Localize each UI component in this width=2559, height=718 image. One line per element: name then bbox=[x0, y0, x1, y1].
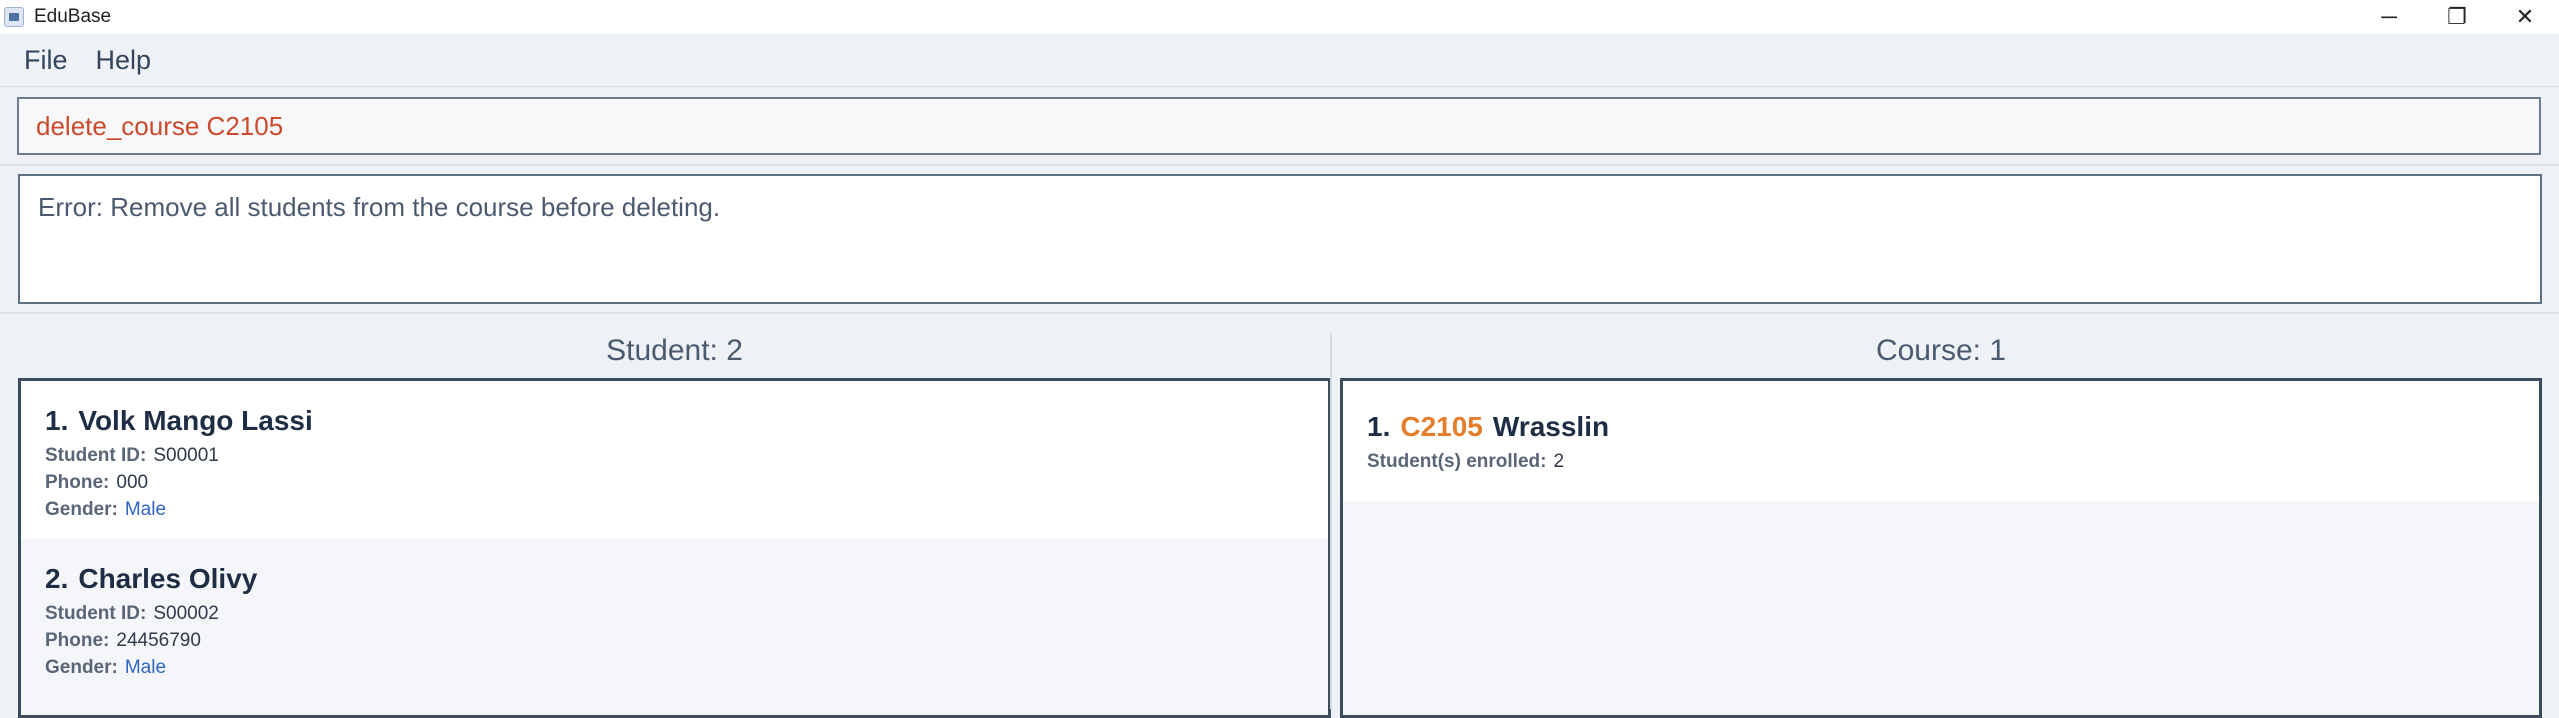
close-icon: ✕ bbox=[2515, 4, 2535, 29]
maximize-button[interactable]: ❐ bbox=[2423, 0, 2491, 34]
student-index: 2. bbox=[45, 563, 69, 594]
menu-file[interactable]: File bbox=[24, 45, 68, 76]
student-id-label: Student ID: bbox=[45, 445, 147, 466]
student-phone-row: Phone: 24456790 bbox=[45, 630, 1328, 652]
course-index: 1. bbox=[1367, 411, 1391, 442]
menu-help[interactable]: Help bbox=[96, 45, 152, 76]
student-card[interactable]: 1. Volk Mango Lassi Student ID: S00001 Pho… bbox=[21, 381, 1328, 539]
app-logo-icon bbox=[4, 7, 24, 27]
course-list[interactable]: 1. C2105 Wrasslin Student(s) enrolled: 2 bbox=[1340, 378, 2542, 718]
menu-bar: File Help bbox=[0, 34, 2559, 87]
student-phone-value: 24456790 bbox=[116, 630, 201, 651]
student-gender-row: Gender: Male bbox=[45, 499, 1328, 521]
course-card[interactable]: 1. C2105 Wrasslin Student(s) enrolled: 2 bbox=[1343, 381, 2539, 501]
result-message: Error: Remove all students from the cour… bbox=[38, 192, 721, 222]
result-display: Error: Remove all students from the cour… bbox=[18, 174, 2542, 304]
student-gender-row: Gender: Male bbox=[45, 657, 1328, 679]
student-id-value: S00001 bbox=[153, 445, 219, 466]
student-index: 1. bbox=[45, 405, 69, 436]
title-bar: EduBase ─ ❐ ✕ bbox=[0, 0, 2559, 34]
student-name: Volk Mango Lassi bbox=[78, 405, 313, 436]
student-phone-label: Phone: bbox=[45, 472, 110, 493]
student-panel-header: Student: 2 bbox=[606, 334, 743, 367]
command-input[interactable]: delete_course C2105 bbox=[17, 97, 2541, 155]
panel-divider[interactable] bbox=[1330, 333, 1332, 709]
course-enrolled-label: Student(s) enrolled: bbox=[1367, 451, 1547, 472]
student-id-row: Student ID: S00001 bbox=[45, 445, 1328, 467]
restore-icon: ❐ bbox=[2447, 4, 2467, 29]
course-enrolled-value: 2 bbox=[1553, 451, 1565, 472]
command-text[interactable]: delete_course C2105 bbox=[36, 111, 283, 142]
student-phone-label: Phone: bbox=[45, 630, 110, 651]
student-gender-value: Male bbox=[124, 499, 167, 520]
student-name: Charles Olivy bbox=[78, 563, 258, 594]
course-name: Wrasslin bbox=[1492, 411, 1610, 442]
student-card[interactable]: 2. Charles Olivy Student ID: S00002 Phone:… bbox=[21, 539, 1328, 709]
student-id-value: S00002 bbox=[153, 603, 219, 624]
student-phone-row: Phone: 000 bbox=[45, 472, 1328, 494]
window-controls: ─ ❐ ✕ bbox=[2355, 0, 2559, 34]
student-id-row: Student ID: S00002 bbox=[45, 603, 1328, 625]
divider bbox=[0, 312, 2559, 314]
course-panel-header: Course: 1 bbox=[1875, 334, 2007, 367]
close-button[interactable]: ✕ bbox=[2491, 0, 2559, 34]
student-gender-value: Male bbox=[124, 657, 167, 678]
course-code: C2105 bbox=[1400, 411, 1483, 442]
window-title: EduBase bbox=[34, 6, 112, 27]
minimize-button[interactable]: ─ bbox=[2355, 0, 2423, 34]
minimize-icon: ─ bbox=[2381, 4, 2397, 29]
course-enrolled-row: Student(s) enrolled: 2 bbox=[1367, 451, 2539, 473]
student-gender-label: Gender: bbox=[45, 657, 118, 678]
student-list[interactable]: 1. Volk Mango Lassi Student ID: S00001 Pho… bbox=[18, 378, 1331, 718]
divider bbox=[0, 164, 2559, 166]
student-id-label: Student ID: bbox=[45, 603, 147, 624]
student-gender-label: Gender: bbox=[45, 499, 118, 520]
student-phone-value: 000 bbox=[116, 472, 149, 493]
